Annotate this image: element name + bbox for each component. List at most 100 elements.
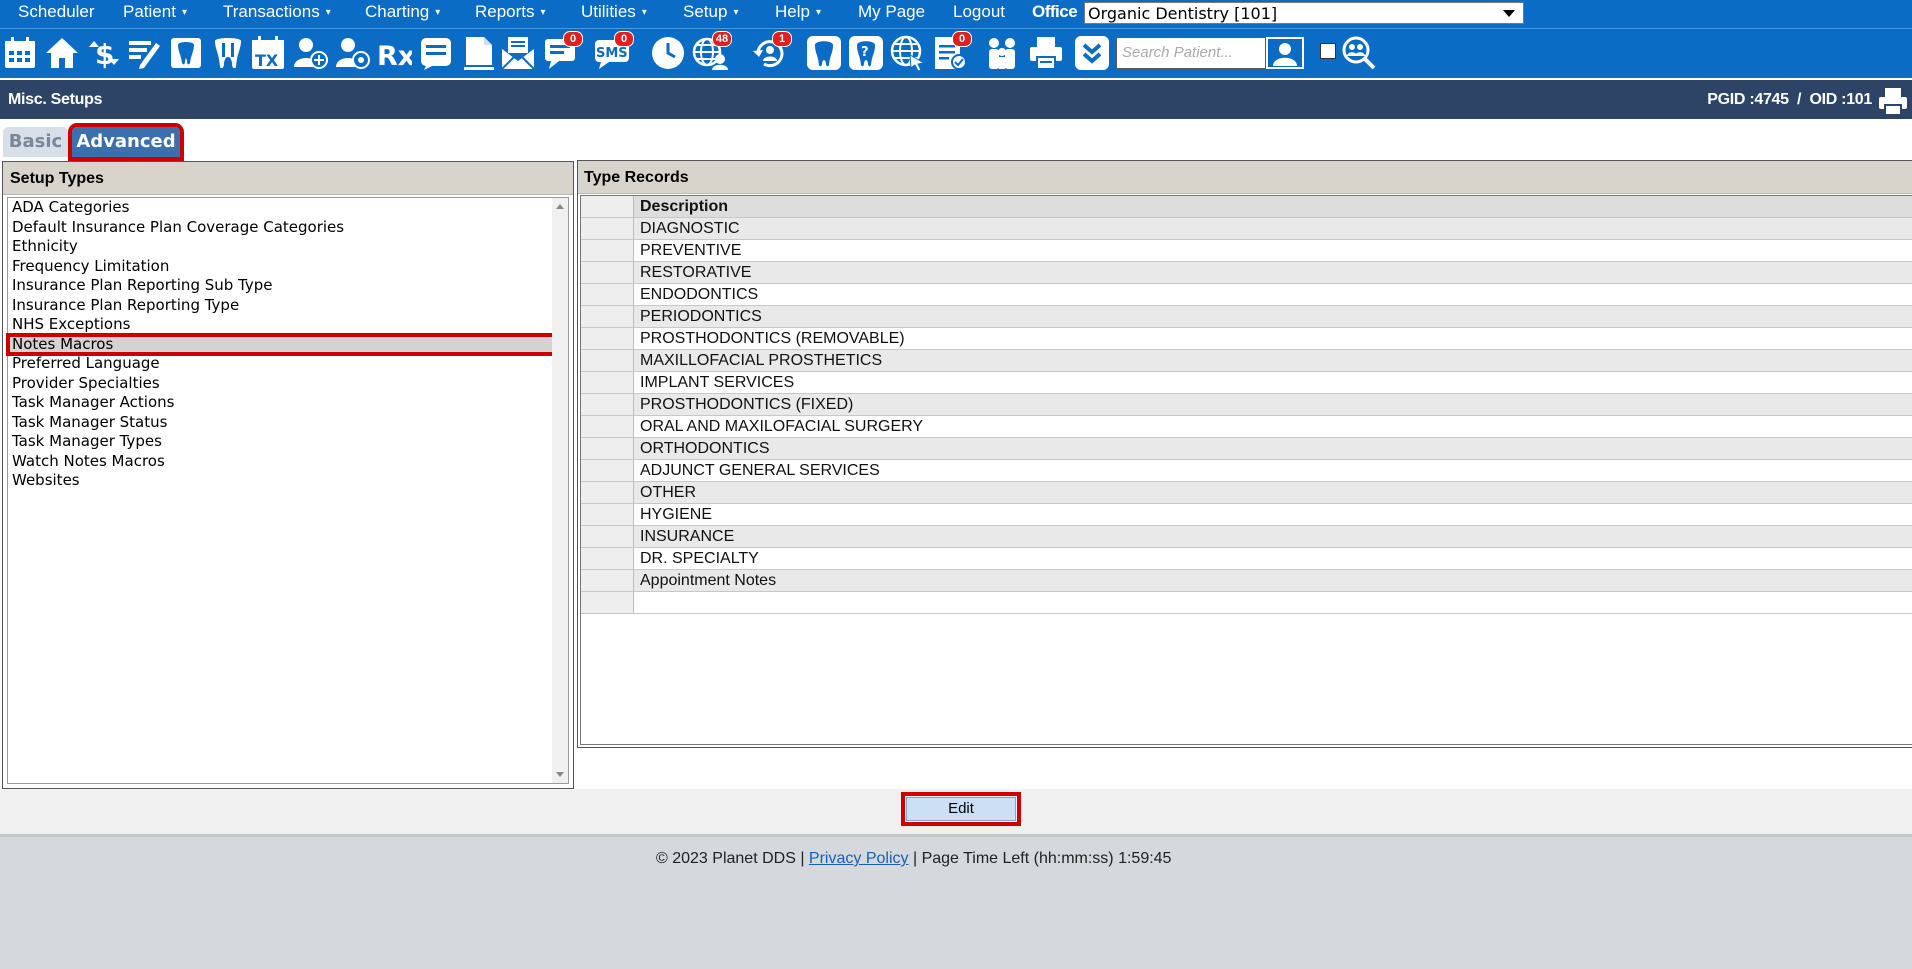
row-selector[interactable] [581,504,634,525]
patient-search-button[interactable] [1266,37,1304,69]
list-item[interactable]: Frequency Limitation [8,257,568,277]
row-selector[interactable] [581,328,634,349]
edit-notes-icon[interactable] [126,35,162,71]
list-item[interactable]: NHS Exceptions [8,315,568,335]
row-selector[interactable] [581,482,634,503]
menu-my-page[interactable]: My Page [858,2,925,22]
claims-icon[interactable]: 0 [932,31,972,71]
group-search-icon[interactable] [1340,35,1376,71]
row-selector[interactable] [581,460,634,481]
office-select[interactable]: Organic Dentistry [101] [1084,2,1524,24]
list-item[interactable]: Insurance Plan Reporting Type [8,296,568,316]
table-row[interactable]: ORAL AND MAXILOFACIAL SURGERY [581,416,1912,438]
table-row[interactable]: MAXILLOFACIAL PROSTHETICS [581,350,1912,372]
table-row[interactable]: ENDODONTICS [581,284,1912,306]
list-item[interactable]: ADA Categories [8,198,568,218]
print-page-icon[interactable] [1878,86,1908,116]
list-item-selected[interactable]: Notes Macros [6,332,558,356]
menu-patient[interactable]: Patient ▾ [123,2,187,22]
row-selector[interactable] [581,350,634,371]
sms-icon[interactable]: SMS 0 [594,31,634,71]
menu-reports[interactable]: Reports ▾ [475,2,546,22]
print-icon[interactable] [1028,35,1064,71]
table-row[interactable]: DR. SPECIALTY [581,548,1912,570]
column-header-description[interactable]: Description [640,198,728,216]
menu-transactions[interactable]: Transactions ▾ [223,2,331,22]
document-icon[interactable] [460,35,496,71]
add-patient-icon[interactable] [292,35,328,71]
table-row[interactable]: INSURANCE [581,526,1912,548]
row-selector[interactable] [581,526,634,547]
tab-basic[interactable]: Basic [3,127,68,157]
list-item[interactable]: Task Manager Status [8,413,568,433]
row-selector[interactable] [581,416,634,437]
row-selector[interactable] [581,306,634,327]
table-row[interactable]: DIAGNOSTIC [581,218,1912,240]
patient-manage-icon[interactable] [334,35,370,71]
expand-icon[interactable] [1074,35,1110,71]
table-row[interactable]: PROSTHODONTICS (REMOVABLE) [581,328,1912,350]
menu-utilities[interactable]: Utilities ▾ [581,2,647,22]
table-row[interactable]: RESTORATIVE [581,262,1912,284]
recall-icon[interactable]: 1 [752,31,792,71]
table-row[interactable]: HYGIENE [581,504,1912,526]
web-patients-icon[interactable]: 48 [692,31,732,71]
list-item[interactable]: Insurance Plan Reporting Sub Type [8,276,568,296]
setup-types-list[interactable]: ADA Categories Default Insurance Plan Co… [6,197,569,784]
row-selector[interactable] [581,372,634,393]
prescription-icon[interactable]: Rx [376,35,415,72]
row-selector[interactable] [581,218,634,239]
list-item[interactable]: Websites [8,471,568,491]
list-item[interactable]: Provider Specialties [8,374,568,394]
home-icon[interactable] [44,35,80,71]
row-selector[interactable] [581,262,634,283]
list-item[interactable]: Task Manager Types [8,432,568,452]
clock-icon[interactable] [650,35,686,71]
help-tooth-icon[interactable]: ? [848,35,884,71]
table-row-new[interactable] [581,592,1912,614]
menu-setup[interactable]: Setup ▾ [683,2,738,22]
treatment-plan-icon[interactable]: TX [250,35,286,71]
notes-icon[interactable] [418,35,454,71]
row-selector[interactable] [581,548,634,569]
scroll-down-icon[interactable] [556,772,564,777]
table-row[interactable]: ADJUNCT GENERAL SERVICES [581,460,1912,482]
privacy-policy-link[interactable]: Privacy Policy [809,850,909,867]
table-row[interactable]: PERIODONTICS [581,306,1912,328]
table-row[interactable]: PREVENTIVE [581,240,1912,262]
toolbar-checkbox[interactable] [1320,43,1336,59]
list-item[interactable]: Task Manager Actions [8,393,568,413]
email-icon[interactable] [500,35,536,71]
list-item[interactable]: Preferred Language [8,354,568,374]
table-row[interactable]: Appointment Notes [581,570,1912,592]
globe-settings-icon[interactable] [890,35,926,72]
row-selector[interactable] [581,394,634,415]
tooth-chart-icon[interactable] [168,35,204,71]
row-selector[interactable] [581,240,634,261]
list-item[interactable]: Ethnicity [8,237,568,257]
table-row[interactable]: OTHER [581,482,1912,504]
tooth-icon[interactable] [806,35,842,71]
row-selector[interactable] [581,284,634,305]
billing-icon[interactable]: $ [86,35,122,71]
table-row[interactable]: ORTHODONTICS [581,438,1912,460]
menu-charting[interactable]: Charting ▾ [365,2,440,22]
calendar-icon[interactable] [2,35,38,71]
scroll-up-icon[interactable] [556,204,564,209]
menu-logout[interactable]: Logout [953,2,1005,22]
row-selector[interactable] [581,438,634,459]
search-patient-input[interactable]: Search Patient... [1116,37,1266,69]
chat-icon[interactable]: 0 [543,31,583,71]
row-selector[interactable] [581,592,634,613]
list-item[interactable]: Watch Notes Macros [8,452,568,472]
menu-help[interactable]: Help ▾ [775,2,821,22]
table-row[interactable]: PROSTHODONTICS (FIXED) [581,394,1912,416]
table-row[interactable]: IMPLANT SERVICES [581,372,1912,394]
edit-button[interactable]: Edit [901,792,1021,826]
list-scrollbar[interactable] [552,198,568,783]
menu-scheduler[interactable]: Scheduler [18,2,95,22]
perio-chart-icon[interactable] [210,35,246,71]
family-icon[interactable] [984,35,1020,71]
list-item[interactable]: Default Insurance Plan Coverage Categori… [8,218,568,238]
row-selector[interactable] [581,570,634,591]
